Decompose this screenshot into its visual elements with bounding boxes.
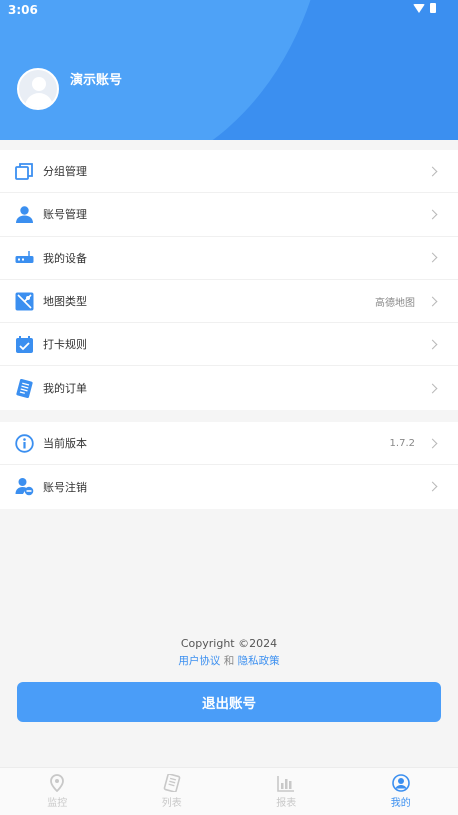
tab-list[interactable]: 列表 [115,768,230,815]
profile-header: 3:06 演示账号 [0,0,458,140]
logout-button[interactable]: 退出账号 [17,682,441,722]
wifi-icon [413,3,425,13]
chevron-right-icon [427,339,438,350]
list-icon [163,774,181,792]
menu-item-label: 我的设备 [43,251,87,265]
menu-item-clock-in-rules[interactable]: 打卡规则 [0,323,458,367]
location-pin-icon [50,774,65,792]
and-text: 和 [223,655,235,667]
menu-item-group-management[interactable]: 分组管理 [0,150,458,194]
user-circle-icon [391,774,410,792]
user-agreement-link[interactable]: 用户协议 [178,655,220,667]
username: 演示账号 [70,73,123,88]
bar-chart-icon [277,776,295,792]
menu-item-map-type[interactable]: 地图类型 高德地图 [0,280,458,324]
menu-item-label: 打卡规则 [43,338,87,352]
tab-monitor[interactable]: 监控 [0,768,115,815]
menu-group-main: 分组管理 账号管理 我的设备 地图类型 高德地图 打卡规则 我的订单 [0,150,458,410]
menu-item-label: 地图类型 [43,295,87,309]
menu-item-account-management[interactable]: 账号管理 [0,193,458,237]
info-icon [15,433,34,453]
chevron-right-icon [427,481,438,492]
status-time: 3:06 [8,3,38,17]
copyright-text: Copyright ©2024 [180,637,278,650]
menu-item-label: 账号管理 [43,208,87,222]
bottom-tab-bar: 监控 列表 报表 我的 [0,767,458,815]
chevron-right-icon [427,209,438,220]
chevron-right-icon [427,296,438,306]
menu-item-delete-account[interactable]: 账号注销 [0,465,458,508]
avatar[interactable] [17,68,59,110]
map-type-value: 高德地图 [375,297,415,309]
calendar-check-icon [15,335,34,354]
map-icon [15,292,34,311]
chevron-right-icon [427,383,438,394]
menu-item-my-devices[interactable]: 我的设备 [0,237,458,280]
user-icon [15,205,34,224]
header-wave-decoration [0,0,330,140]
tab-label: 我的 [390,798,411,809]
chevron-right-icon [427,166,438,177]
order-icon [15,378,34,398]
tab-mine[interactable]: 我的 [344,768,458,815]
menu-item-current-version[interactable]: 当前版本 1.7.2 [0,422,458,466]
privacy-policy-link[interactable]: 隐私政策 [238,655,280,667]
menu-item-label: 账号注销 [43,480,87,494]
menu-item-label: 我的订单 [43,382,87,396]
copy-icon [15,162,34,181]
tab-label: 列表 [161,798,182,809]
status-icons [413,3,436,13]
chevron-right-icon [427,438,438,449]
policy-links: 用户协议 和 隐私政策 [0,653,458,668]
tab-label: 监控 [47,798,68,809]
battery-icon [430,3,436,13]
user-remove-icon [15,477,34,496]
tab-label: 报表 [276,798,297,809]
menu-item-label: 当前版本 [43,437,87,451]
menu-item-label: 分组管理 [43,165,87,179]
tab-report[interactable]: 报表 [229,768,344,815]
menu-item-my-orders[interactable]: 我的订单 [0,366,458,409]
version-value: 1.7.2 [389,437,415,449]
device-icon [15,248,34,267]
chevron-right-icon [427,252,438,263]
menu-group-secondary: 当前版本 1.7.2 账号注销 [0,422,458,509]
